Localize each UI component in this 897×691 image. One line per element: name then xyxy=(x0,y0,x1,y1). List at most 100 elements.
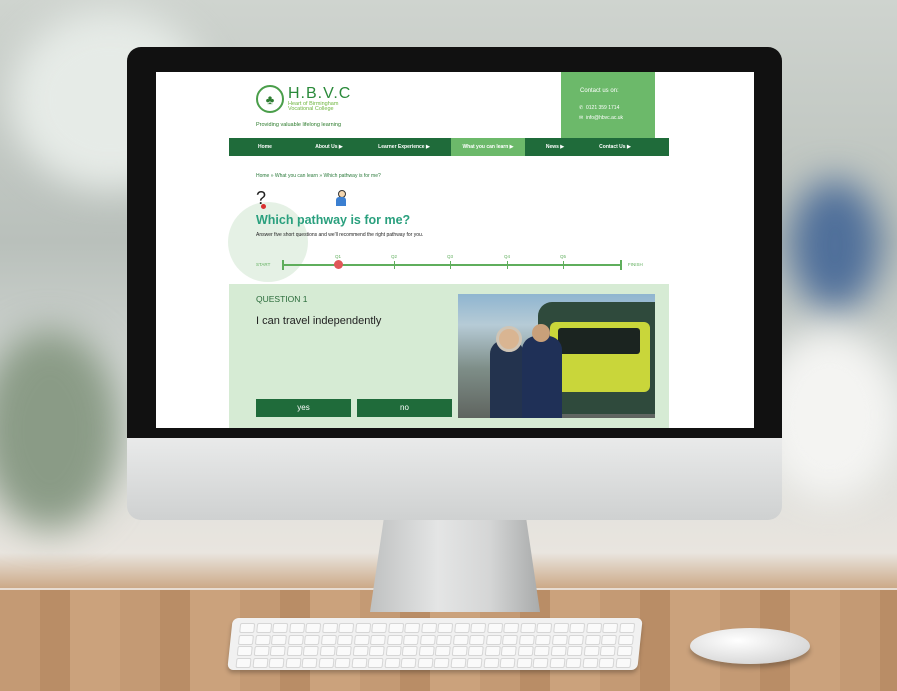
keyboard-key xyxy=(500,646,517,656)
keyboard-key xyxy=(483,657,500,668)
train-window xyxy=(558,328,640,354)
keyboard-key xyxy=(584,634,601,645)
keyboard-key xyxy=(385,646,402,656)
person-icon xyxy=(335,190,347,206)
contact-email[interactable]: ✉ info@hbvc.ac.uk xyxy=(579,115,623,121)
keyboard-key xyxy=(552,623,569,633)
logo-line-2: Vocational College xyxy=(288,106,334,112)
progress-step-label: Q2 xyxy=(391,254,398,259)
person-body xyxy=(336,197,346,206)
question-number: QUESTION 1 xyxy=(256,294,308,304)
keyboard-key xyxy=(272,623,289,633)
yes-button[interactable]: yes xyxy=(256,399,351,417)
keyboard-key xyxy=(386,634,403,645)
keyboard-key xyxy=(566,646,583,656)
keyboard-key xyxy=(319,646,336,656)
keyboard-key xyxy=(616,646,633,656)
keyboard-key xyxy=(598,657,615,668)
keyboard-key xyxy=(236,646,253,656)
keyboard-key xyxy=(285,657,302,668)
progress-tick xyxy=(507,261,508,269)
keyboard-key xyxy=(516,657,533,668)
progress-current-dot xyxy=(334,260,343,269)
tagline: Providing valuable lifelong learning xyxy=(256,122,342,128)
keyboard-key xyxy=(254,634,271,645)
keyboard-key xyxy=(301,657,318,668)
monitor-stand xyxy=(370,520,540,612)
question-photo xyxy=(458,294,655,418)
progress-tracker: START FINISH Q1 Q2 Q3 Q4 Q5 xyxy=(256,250,651,274)
keyboard-key xyxy=(402,634,419,645)
keyboard-key xyxy=(253,646,270,656)
nav-item-about-us[interactable]: About Us ▶ xyxy=(301,138,357,156)
website-screen: ♣ H.B.V.C Heart of Birmingham Vocational… xyxy=(156,72,754,428)
nav-item-news[interactable]: News ▶ xyxy=(525,138,585,156)
keyboard-key xyxy=(269,646,286,656)
breadcrumb[interactable]: Home » What you can learn » Which pathwa… xyxy=(256,173,381,179)
keyboard-key xyxy=(602,623,619,633)
keyboard-key xyxy=(582,657,599,668)
keyboard-key xyxy=(532,657,549,668)
keyboard-key xyxy=(354,623,371,633)
keyboard-key xyxy=(338,623,355,633)
keyboard-key xyxy=(453,623,470,633)
keyboard-key xyxy=(288,623,305,633)
background-blur xyxy=(790,180,880,310)
keyboard-key xyxy=(519,623,536,633)
nav-item-learner-experience[interactable]: Learner Experience ▶ xyxy=(357,138,451,156)
nav-item-what-you-can-learn[interactable]: What you can learn ▶ xyxy=(451,138,525,156)
keyboard-key xyxy=(268,657,285,668)
progress-step-label: Q4 xyxy=(504,254,511,259)
keyboard-key xyxy=(321,623,338,633)
keyboard-key xyxy=(318,657,335,668)
keyboard-key xyxy=(518,634,535,645)
keyboard-key xyxy=(565,657,582,668)
keyboard-key xyxy=(468,634,485,645)
keyboard-key xyxy=(486,623,503,633)
keyboard-key xyxy=(302,646,319,656)
keyboard-key xyxy=(600,634,617,645)
mouse xyxy=(690,628,810,664)
keyboard-key xyxy=(369,634,386,645)
question-panel: QUESTION 1 I can travel independently ye… xyxy=(229,284,669,428)
site-logo[interactable]: ♣ H.B.V.C Heart of Birmingham Vocational… xyxy=(256,85,351,113)
logo-text: H.B.V.C Heart of Birmingham Vocational C… xyxy=(288,84,352,113)
keyboard-key xyxy=(569,623,586,633)
keyboard-key xyxy=(401,646,418,656)
keyboard-key xyxy=(533,646,550,656)
nav-item-home[interactable]: Home xyxy=(229,138,301,156)
keyboard-key xyxy=(287,634,304,645)
keyboard-key xyxy=(617,634,634,645)
question-text: I can travel independently xyxy=(256,315,382,327)
keyboard-key xyxy=(499,657,516,668)
background-blur xyxy=(0,330,120,530)
keyboard-key xyxy=(435,634,452,645)
progress-end-cap xyxy=(620,260,622,270)
keyboard-key xyxy=(400,657,417,668)
keyboard-key xyxy=(336,634,353,645)
logo-title: H.B.V.C xyxy=(288,84,352,102)
keyboard-key xyxy=(434,646,451,656)
keyboard-key xyxy=(255,623,272,633)
progress-finish-label: FINISH xyxy=(628,262,643,267)
person-left-head xyxy=(496,326,522,352)
page-title: Which pathway is for me? xyxy=(256,213,411,227)
nav-item-contact-us[interactable]: Contact Us ▶ xyxy=(585,138,645,156)
keyboard-key xyxy=(417,657,434,668)
keyboard-key xyxy=(420,623,437,633)
keyboard-key xyxy=(252,657,269,668)
progress-start-label: START xyxy=(256,262,271,267)
contact-phone[interactable]: ✆ 0121 359 1714 xyxy=(579,105,619,111)
keyboard-key xyxy=(404,623,421,633)
keyboard xyxy=(227,618,643,670)
keyboard-key xyxy=(550,646,567,656)
phone-icon: ✆ xyxy=(579,105,584,111)
keyboard-key xyxy=(368,646,385,656)
keyboard-key xyxy=(451,646,468,656)
keyboard-key xyxy=(270,634,287,645)
monitor-chin xyxy=(127,438,782,520)
phone-number: 0121 359 1714 xyxy=(585,105,620,111)
keyboard-key xyxy=(470,623,487,633)
keyboard-key xyxy=(485,634,502,645)
no-button[interactable]: no xyxy=(357,399,452,417)
